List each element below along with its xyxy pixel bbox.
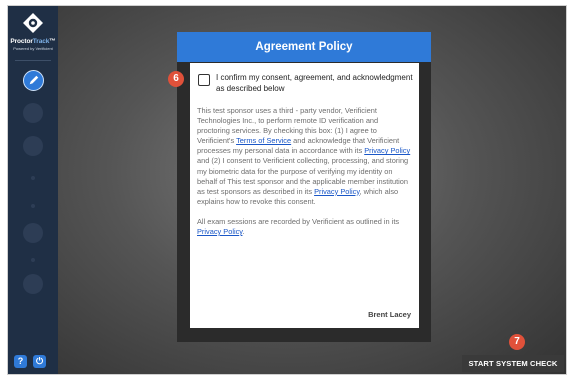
agreement-paragraph-1: This test sponsor uses a third - party v… bbox=[197, 106, 411, 206]
annotation-badge-7: 7 bbox=[509, 334, 525, 350]
app-window: ProctorTrack™ Powered by Verificient ? ⏻… bbox=[7, 5, 567, 375]
step-dot-5 bbox=[31, 204, 35, 208]
privacy-policy-link[interactable]: Privacy Policy bbox=[364, 146, 410, 155]
app-logo: ProctorTrack™ Powered by Verificient bbox=[8, 12, 58, 51]
step-dot-7 bbox=[31, 258, 35, 262]
agreement-text: This test sponsor uses a third - party v… bbox=[197, 106, 412, 247]
agreement-modal: Agreement Policy I confirm my consent, a… bbox=[177, 32, 431, 342]
consent-checkbox[interactable] bbox=[198, 74, 210, 86]
pencil-icon[interactable] bbox=[23, 70, 44, 91]
start-system-check-button[interactable]: START SYSTEM CHECK bbox=[462, 355, 564, 372]
privacy-policy-link-2[interactable]: Privacy Policy bbox=[314, 187, 359, 196]
step-icon-6[interactable] bbox=[23, 223, 43, 243]
consent-label[interactable]: I confirm my consent, agreement, and ack… bbox=[216, 72, 416, 94]
sidebar-bottom-actions: ? ⏻ bbox=[14, 355, 54, 368]
help-icon[interactable]: ? bbox=[14, 355, 27, 368]
powered-by-text: Powered by Verificient bbox=[13, 46, 53, 51]
step-icon-8[interactable] bbox=[23, 274, 43, 294]
step-icon-3[interactable] bbox=[23, 136, 43, 156]
proctortrack-logo-icon bbox=[22, 12, 44, 34]
sidebar: ProctorTrack™ Powered by Verificient ? ⏻ bbox=[8, 6, 58, 374]
step-icon-2[interactable] bbox=[23, 103, 43, 123]
agreement-paragraph-2: All exam sessions are recorded by Verifi… bbox=[197, 216, 400, 237]
step-dot-4 bbox=[31, 176, 35, 180]
brand-name: ProctorTrack™ bbox=[10, 38, 56, 45]
sidebar-divider bbox=[15, 60, 51, 61]
agreement-card: I confirm my consent, agreement, and ack… bbox=[190, 63, 419, 328]
power-icon[interactable]: ⏻ bbox=[33, 355, 46, 368]
terms-of-service-link[interactable]: Terms of Service bbox=[236, 136, 291, 145]
modal-header: Agreement Policy bbox=[177, 32, 431, 62]
signer-name: Brent Lacey bbox=[368, 310, 411, 319]
annotation-badge-6: 6 bbox=[168, 71, 184, 87]
modal-title: Agreement Policy bbox=[255, 41, 353, 53]
privacy-policy-link-3[interactable]: Privacy Policy bbox=[197, 227, 242, 236]
